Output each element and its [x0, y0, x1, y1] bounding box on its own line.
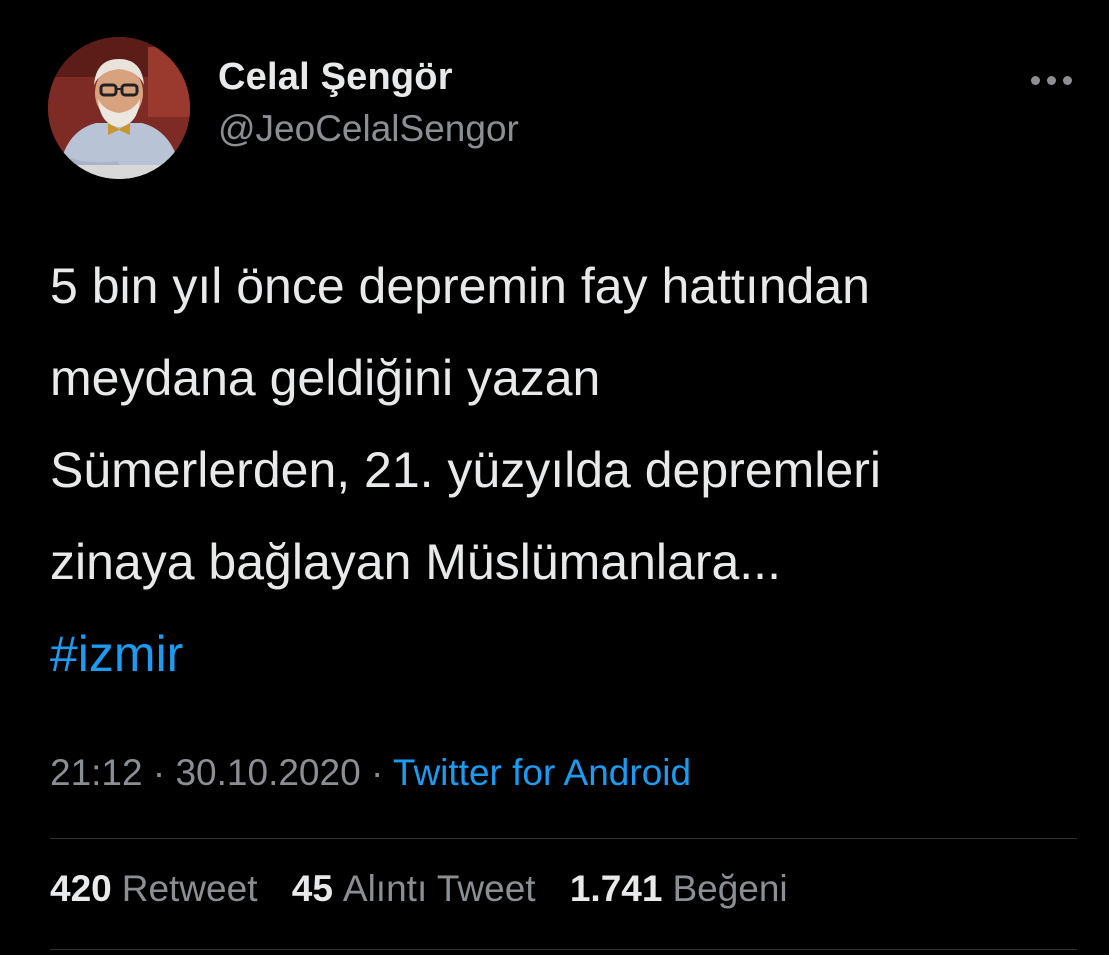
- retweets-stat[interactable]: 420 Retweet: [50, 868, 257, 910]
- author-handle[interactable]: @JeoCelalSengor: [218, 108, 519, 150]
- likes-count: 1.741: [569, 868, 663, 909]
- hashtag-link[interactable]: #izmir: [50, 608, 1080, 700]
- tweet-text-line: meydana geldiğini yazan: [50, 350, 601, 406]
- tweet-text-line: 5 bin yıl önce depremin fay hattından: [50, 258, 870, 314]
- tweet-text: 5 bin yıl önce depremin fay hattından me…: [50, 240, 1080, 700]
- author-name[interactable]: Celal Şengör: [218, 56, 453, 99]
- avatar[interactable]: [48, 37, 190, 179]
- avatar-photo: [48, 37, 190, 179]
- quotes-label: Alıntı Tweet: [342, 868, 536, 909]
- tweet-time: 21:12: [50, 752, 143, 793]
- tweet-date: 30.10.2020: [175, 752, 361, 793]
- divider: [50, 838, 1077, 839]
- more-dot: [1031, 76, 1040, 85]
- retweets-count: 420: [50, 868, 112, 909]
- tweet-stats: 420 Retweet 45 Alıntı Tweet 1.741 Beğeni: [50, 868, 812, 910]
- meta-separator: ·: [360, 752, 393, 793]
- tweet-detail: Celal Şengör @JeoCelalSengor 5 bin yıl ö…: [0, 0, 1109, 955]
- meta-separator: ·: [142, 752, 176, 793]
- divider: [50, 949, 1077, 950]
- more-dot: [1063, 76, 1072, 85]
- retweets-label: Retweet: [121, 868, 258, 909]
- quotes-count: 45: [291, 868, 333, 909]
- more-dot: [1047, 76, 1056, 85]
- tweet-source-link[interactable]: Twitter for Android: [393, 752, 691, 793]
- quotes-stat[interactable]: 45 Alıntı Tweet: [292, 868, 536, 910]
- tweet-meta: 21:12 · 30.10.2020 · Twitter for Android: [50, 752, 691, 794]
- likes-stat[interactable]: 1.741 Beğeni: [570, 868, 788, 910]
- tweet-text-line: zinaya bağlayan Müslümanlara...: [50, 534, 781, 590]
- tweet-text-line: Sümerlerden, 21. yüzyılda depremleri: [50, 442, 881, 498]
- more-icon[interactable]: [1024, 62, 1078, 98]
- likes-label: Beğeni: [672, 868, 788, 909]
